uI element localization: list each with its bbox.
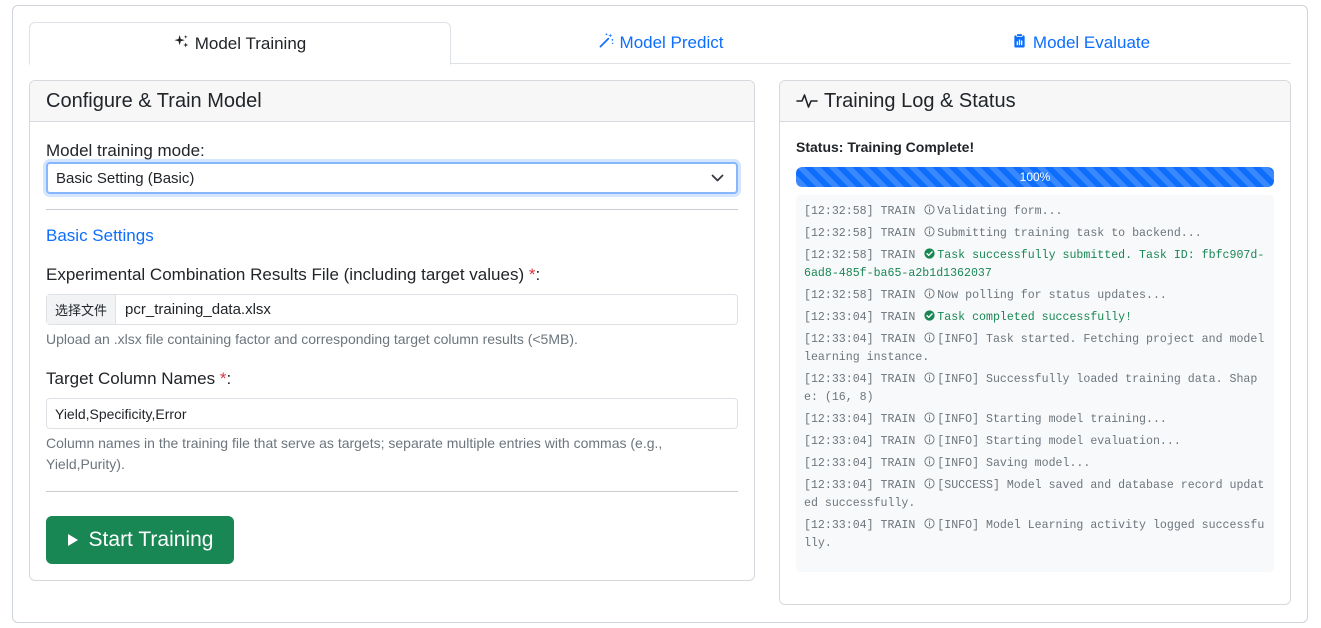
info-icon bbox=[924, 434, 935, 445]
file-help-text: Upload an .xlsx file containing factor a… bbox=[46, 331, 578, 347]
check-circle-icon bbox=[924, 310, 935, 321]
target-label: Target Column Names *: bbox=[46, 369, 232, 388]
log-entry: [12:32:58] TRAIN Task successfully submi… bbox=[804, 247, 1266, 283]
card-title: Configure & Train Model bbox=[46, 89, 262, 112]
mode-select[interactable]: Basic Setting (Basic) bbox=[46, 162, 738, 194]
log-time: [12:33:04] TRAIN bbox=[804, 333, 923, 346]
log-entry: [12:33:04] TRAIN [SUCCESS] Model saved a… bbox=[804, 477, 1266, 513]
log-entry: [12:33:04] TRAIN [INFO] Saving model... bbox=[804, 455, 1266, 473]
log-message: Task completed successfully! bbox=[937, 311, 1133, 324]
log-output: [12:32:58] TRAIN Validating form... [12:3… bbox=[796, 195, 1274, 572]
log-message: Now polling for status updates... bbox=[937, 289, 1167, 302]
divider bbox=[46, 209, 738, 210]
file-label: Experimental Combination Results File (i… bbox=[46, 265, 541, 284]
tab-label: Model Training bbox=[194, 33, 307, 53]
log-entry: [12:32:58] TRAIN Submitting training tas… bbox=[804, 225, 1266, 243]
log-time: [12:33:04] TRAIN bbox=[804, 435, 923, 448]
log-entry: [12:33:04] TRAIN [INFO] Model Learning a… bbox=[804, 517, 1266, 553]
log-time: [12:33:04] TRAIN bbox=[804, 519, 923, 532]
start-training-label: Start Training bbox=[88, 528, 214, 551]
tab-model-predict[interactable]: Model Predict bbox=[451, 22, 871, 64]
log-time: [12:33:04] TRAIN bbox=[804, 311, 923, 324]
file-name: pcr_training_data.xlsx bbox=[125, 301, 271, 318]
progress-bar: 100% bbox=[796, 167, 1274, 187]
info-icon bbox=[924, 226, 935, 237]
log-message: [INFO] Starting model evaluation... bbox=[937, 435, 1181, 448]
info-icon bbox=[924, 204, 935, 215]
divider bbox=[46, 491, 738, 492]
log-message: Submitting training task to backend... bbox=[937, 227, 1202, 240]
section-title: Basic Settings bbox=[46, 226, 154, 245]
log-message: Validating form... bbox=[937, 205, 1063, 218]
log-entry: [12:33:04] TRAIN [INFO] Successfully loa… bbox=[804, 371, 1266, 407]
configure-train-card: Configure & Train Model Model training m… bbox=[29, 80, 755, 581]
play-icon bbox=[67, 534, 78, 546]
log-time: [12:32:58] TRAIN bbox=[804, 249, 923, 262]
info-icon bbox=[924, 518, 935, 529]
chevron-down-icon bbox=[711, 174, 724, 182]
log-message: [INFO] Saving model... bbox=[937, 457, 1091, 470]
activity-icon bbox=[796, 94, 818, 108]
log-time: [12:32:58] TRAIN bbox=[804, 289, 923, 302]
info-icon bbox=[924, 372, 935, 383]
log-entry: [12:32:58] TRAIN Validating form... bbox=[804, 203, 1266, 221]
log-entry: [12:33:04] TRAIN [INFO] Starting model e… bbox=[804, 433, 1266, 451]
tab-model-training[interactable]: Model Training bbox=[29, 22, 451, 65]
log-message: [INFO] Starting model training... bbox=[937, 413, 1167, 426]
mode-select-value: Basic Setting (Basic) bbox=[56, 169, 195, 187]
sparkles-icon bbox=[174, 34, 189, 54]
tab-label: Model Predict bbox=[619, 33, 724, 52]
target-columns-value: Yield,Specificity,Error bbox=[55, 405, 187, 422]
info-icon bbox=[924, 332, 935, 343]
info-icon bbox=[924, 412, 935, 423]
mode-label: Model training mode: bbox=[46, 141, 205, 160]
log-time: [12:32:58] TRAIN bbox=[804, 227, 923, 240]
log-time: [12:33:04] TRAIN bbox=[804, 479, 923, 492]
log-time: [12:33:04] TRAIN bbox=[804, 373, 923, 386]
card-header: Configure & Train Model bbox=[30, 81, 754, 122]
clipboard-icon bbox=[1012, 33, 1027, 53]
log-entry: [12:33:04] TRAIN Task completed successf… bbox=[804, 309, 1266, 327]
info-icon bbox=[924, 456, 935, 467]
log-entry: [12:32:58] TRAIN Now polling for status … bbox=[804, 287, 1266, 305]
target-columns-input[interactable]: Yield,Specificity,Error bbox=[46, 398, 738, 429]
file-input[interactable]: 选择文件 pcr_training_data.xlsx bbox=[46, 294, 738, 325]
choose-file-button[interactable]: 选择文件 bbox=[47, 295, 117, 324]
tab-label: Model Evaluate bbox=[1032, 33, 1151, 52]
log-entry: [12:33:04] TRAIN [INFO] Task started. Fe… bbox=[804, 331, 1266, 367]
log-entry: [12:33:04] TRAIN [INFO] Starting model t… bbox=[804, 411, 1266, 429]
card-title: Training Log & Status bbox=[824, 89, 1016, 112]
log-time: [12:33:04] TRAIN bbox=[804, 457, 923, 470]
training-log-card: Training Log & Status Status: Training C… bbox=[779, 80, 1291, 605]
start-training-button[interactable]: Start Training bbox=[46, 516, 234, 564]
card-header: Training Log & Status bbox=[780, 81, 1290, 122]
info-icon bbox=[924, 478, 935, 489]
target-help-text: Column names in the training file that s… bbox=[46, 435, 663, 472]
tab-bar: Model Training Model Predict Model Evalu… bbox=[29, 22, 1291, 65]
log-time: [12:33:04] TRAIN bbox=[804, 413, 923, 426]
tab-model-evaluate[interactable]: Model Evaluate bbox=[871, 22, 1291, 64]
progress-fill: 100% bbox=[796, 167, 1274, 187]
log-time: [12:32:58] TRAIN bbox=[804, 205, 923, 218]
check-circle-icon bbox=[924, 248, 935, 259]
info-icon bbox=[924, 288, 935, 299]
magic-wand-icon bbox=[599, 33, 614, 53]
status-text: Status: Training Complete! bbox=[796, 139, 975, 155]
